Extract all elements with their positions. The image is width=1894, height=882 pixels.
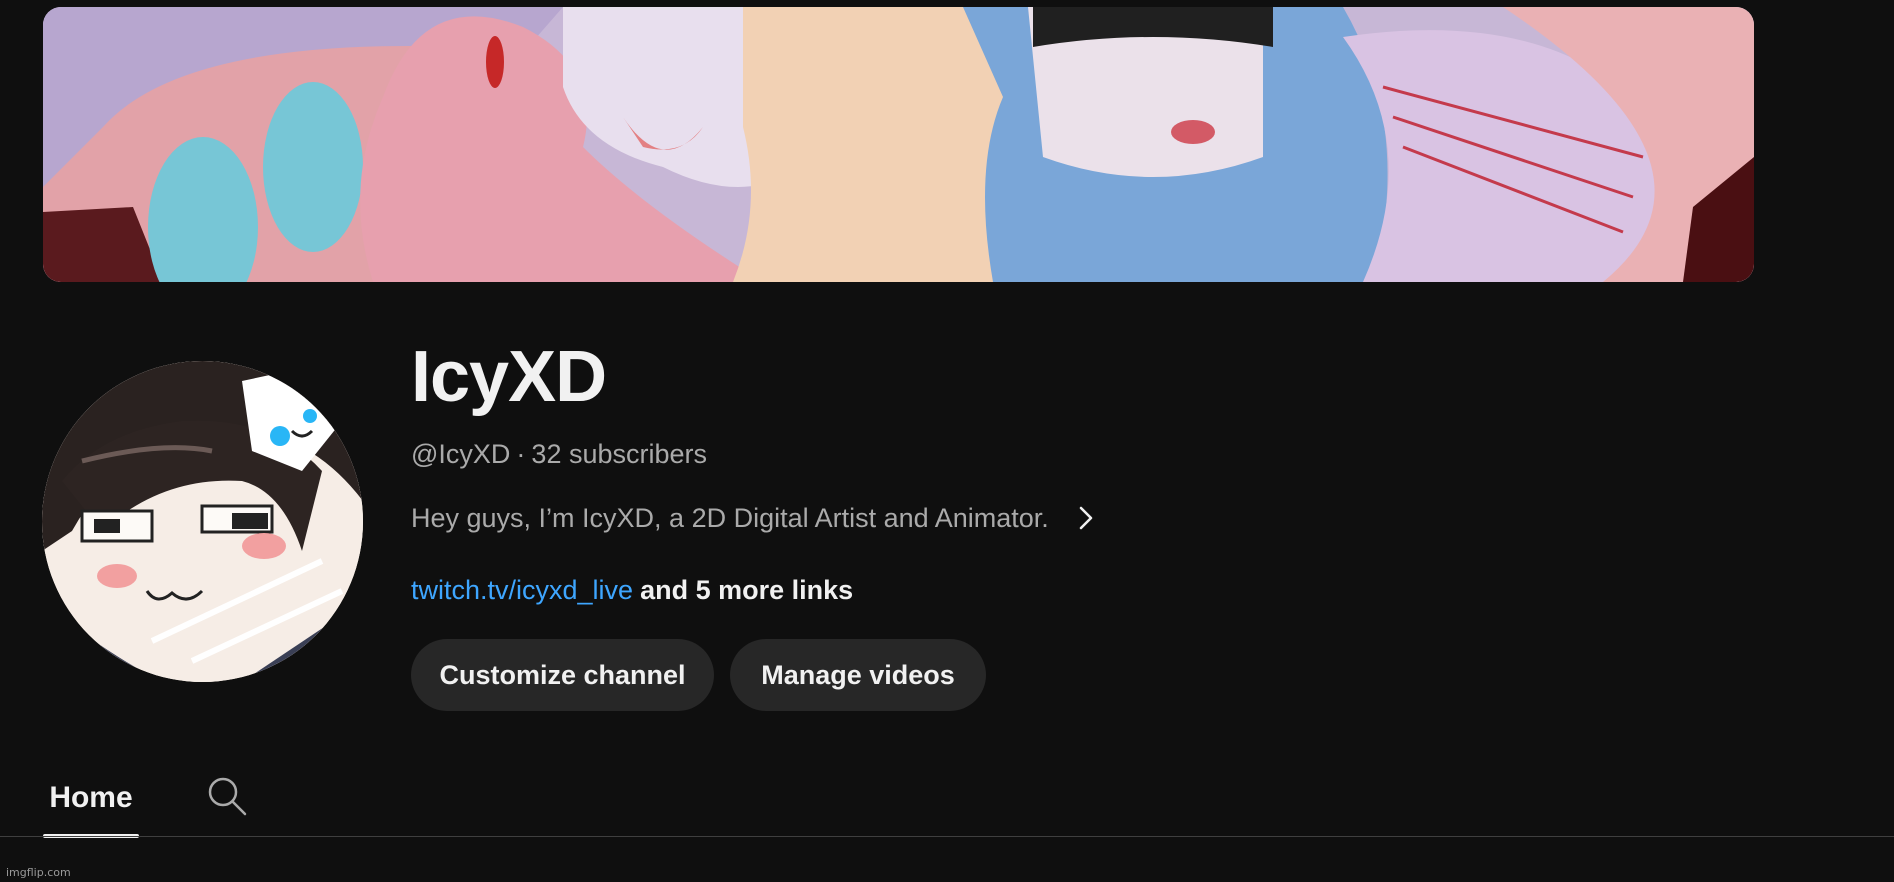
tab-home-label: Home [49,781,133,814]
channel-description[interactable]: Hey guys, I’m IcyXD, a 2D Digital Artist… [411,500,1101,536]
channel-links: twitch.tv/icyxd_live and 5 more links [411,572,853,608]
avatar-artwork [42,361,363,682]
chevron-right-icon[interactable] [1071,503,1101,533]
channel-avatar[interactable] [42,361,363,682]
tab-home[interactable]: Home [43,760,139,838]
channel-name: IcyXD [411,337,607,417]
manage-videos-button[interactable]: Manage videos [730,639,986,711]
tabs-divider [0,836,1894,837]
customize-channel-button[interactable]: Customize channel [411,639,714,711]
channel-page: IcyXD @IcyXD · 32 subscribers Hey guys, I’… [0,0,1894,882]
more-links[interactable]: and 5 more links [640,575,853,605]
imgflip-watermark: imgflip.com [6,866,71,879]
search-icon[interactable] [205,774,249,818]
meta-separator: · [516,439,526,469]
channel-tabs: Home [0,760,1894,838]
channel-meta: @IcyXD · 32 subscribers [411,436,707,472]
channel-handle: @IcyXD [411,439,511,469]
description-text: Hey guys, I’m IcyXD, a 2D Digital Artist… [411,503,1049,533]
subscriber-count: 32 subscribers [531,439,708,469]
banner-artwork [43,7,1754,282]
twitch-link[interactable]: twitch.tv/icyxd_live [411,575,633,605]
channel-banner [43,7,1754,282]
